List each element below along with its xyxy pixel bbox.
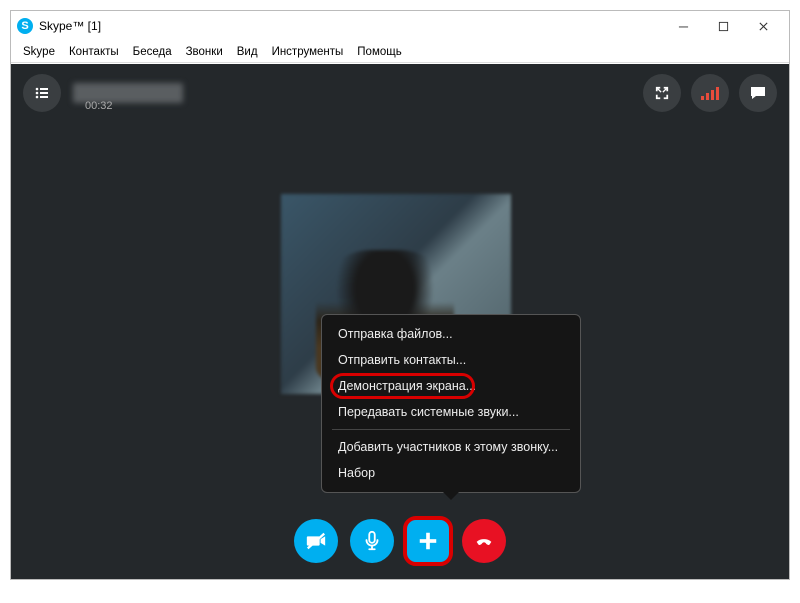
menu-view[interactable]: Вид [231, 44, 264, 60]
app-window: S Skype™ [1] Skype Контакты Беседа Звонк… [10, 10, 790, 580]
call-topbar: 00:32 [23, 74, 777, 112]
menu-tools[interactable]: Инструменты [266, 44, 350, 60]
menu-item-dialpad[interactable]: Набор [322, 460, 580, 486]
chat-button[interactable] [739, 74, 777, 112]
menu-help[interactable]: Помощь [351, 44, 407, 60]
skype-logo-icon: S [17, 18, 33, 34]
call-area: 00:32 Отправка файлов... Отправить конта… [11, 64, 789, 579]
menu-separator [332, 429, 570, 430]
connection-quality-button[interactable] [691, 74, 729, 112]
menu-contacts[interactable]: Контакты [63, 44, 125, 60]
menu-item-add-participants[interactable]: Добавить участников к этому звонку... [322, 434, 580, 460]
call-timer: 00:32 [85, 100, 113, 112]
plus-popup-menu: Отправка файлов... Отправить контакты...… [321, 314, 581, 493]
menu-item-share-screen[interactable]: Демонстрация экрана... [322, 373, 580, 399]
maximize-button[interactable] [703, 12, 743, 40]
menu-item-send-contacts[interactable]: Отправить контакты... [322, 347, 580, 373]
menu-conversation[interactable]: Беседа [127, 44, 178, 60]
mic-toggle-button[interactable] [350, 519, 394, 563]
camera-toggle-button[interactable] [294, 519, 338, 563]
menubar: Skype Контакты Беседа Звонки Вид Инструм… [11, 41, 789, 63]
menu-item-send-files[interactable]: Отправка файлов... [322, 321, 580, 347]
hangup-button[interactable] [462, 519, 506, 563]
menu-skype[interactable]: Skype [17, 44, 61, 60]
close-button[interactable] [743, 12, 783, 40]
fullscreen-button[interactable] [643, 74, 681, 112]
add-plus-button[interactable] [406, 519, 450, 563]
window-title: Skype™ [1] [39, 19, 663, 33]
menu-item-system-sounds[interactable]: Передавать системные звуки... [322, 399, 580, 425]
call-controls [11, 519, 789, 563]
menu-calls[interactable]: Звонки [180, 44, 229, 60]
minimize-button[interactable] [663, 12, 703, 40]
titlebar: S Skype™ [1] [11, 11, 789, 41]
participants-list-button[interactable] [23, 74, 61, 112]
